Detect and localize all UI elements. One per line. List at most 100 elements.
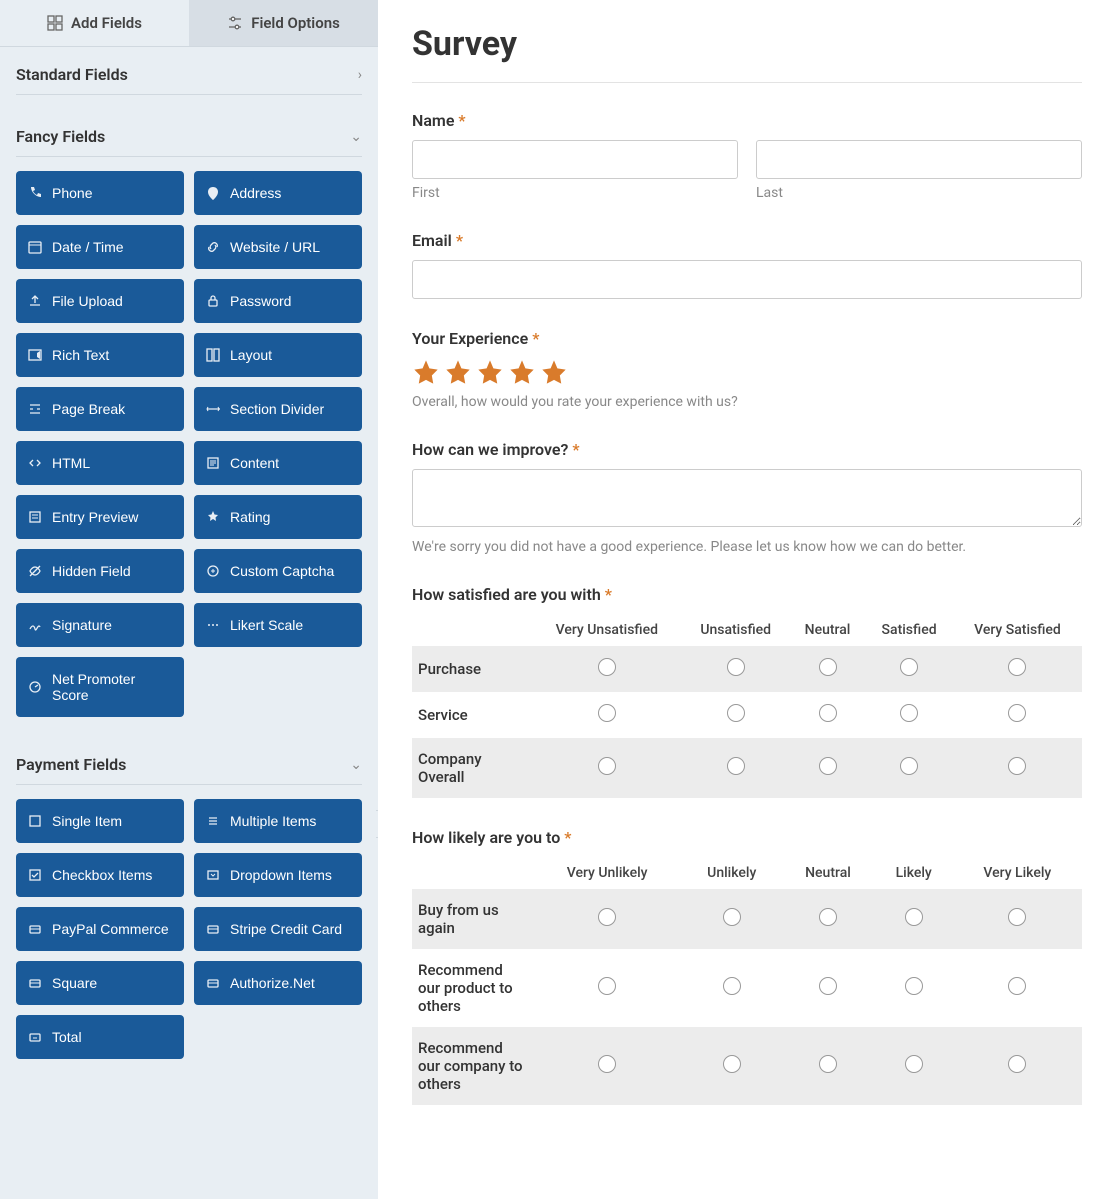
field-type-date-time[interactable]: Date / Time xyxy=(16,225,184,269)
field-type-label: Checkbox Items xyxy=(52,867,152,883)
likert-radio[interactable] xyxy=(819,704,837,722)
section-fancy-fields[interactable]: Fancy Fields ⌄ xyxy=(16,109,362,157)
field-type-single-item[interactable]: Single Item xyxy=(16,799,184,843)
field-type-layout[interactable]: Layout xyxy=(194,333,362,377)
field-type-checkbox-items[interactable]: Checkbox Items xyxy=(16,853,184,897)
field-improve: How can we improve?* We're sorry you did… xyxy=(412,440,1082,555)
field-type-page-break[interactable]: Page Break xyxy=(16,387,184,431)
likert-radio[interactable] xyxy=(723,977,741,995)
form-title: Survey xyxy=(412,24,1082,83)
field-type-label: Single Item xyxy=(52,813,122,829)
field-type-likert-scale[interactable]: Likert Scale xyxy=(194,603,362,647)
field-type-square[interactable]: Square xyxy=(16,961,184,1005)
field-type-rich-text[interactable]: Rich Text xyxy=(16,333,184,377)
likert-col-header: Very Satisfied xyxy=(953,614,1082,646)
field-type-password[interactable]: Password xyxy=(194,279,362,323)
likert-radio[interactable] xyxy=(1008,658,1026,676)
likert-radio[interactable] xyxy=(727,658,745,676)
field-type-paypal-commerce[interactable]: PayPal Commerce xyxy=(16,907,184,951)
likert-radio[interactable] xyxy=(723,1055,741,1073)
likert-radio[interactable] xyxy=(1008,757,1026,775)
field-type-rating[interactable]: Rating xyxy=(194,495,362,539)
last-name-input[interactable] xyxy=(756,140,1082,179)
likert-radio[interactable] xyxy=(723,908,741,926)
tab-add-fields[interactable]: Add Fields xyxy=(0,0,189,46)
star-icon[interactable] xyxy=(476,358,504,386)
likert-radio[interactable] xyxy=(1008,977,1026,995)
payment-fields-grid: Single Item Multiple Items Checkbox Items D… xyxy=(16,799,362,1059)
field-type-html[interactable]: HTML xyxy=(16,441,184,485)
section-standard-fields[interactable]: Standard Fields › xyxy=(16,47,362,95)
likert-radio[interactable] xyxy=(819,658,837,676)
likert-radio[interactable] xyxy=(598,908,616,926)
field-type-total[interactable]: Total xyxy=(16,1015,184,1059)
field-type-label: PayPal Commerce xyxy=(52,921,169,937)
likert-radio[interactable] xyxy=(900,658,918,676)
star-icon[interactable] xyxy=(508,358,536,386)
likert-radio[interactable] xyxy=(598,1055,616,1073)
field-type-authorize-net[interactable]: Authorize.Net xyxy=(194,961,362,1005)
field-type-label: Total xyxy=(52,1029,82,1045)
likert-radio[interactable] xyxy=(900,704,918,722)
likert-radio[interactable] xyxy=(819,1055,837,1073)
likert-radio[interactable] xyxy=(819,757,837,775)
date-time-icon xyxy=(28,240,42,254)
field-type-net-promoter-score[interactable]: Net Promoter Score xyxy=(16,657,184,717)
likert-radio[interactable] xyxy=(598,704,616,722)
field-type-entry-preview[interactable]: Entry Preview xyxy=(16,495,184,539)
field-type-dropdown-items[interactable]: Dropdown Items xyxy=(194,853,362,897)
field-type-phone[interactable]: Phone xyxy=(16,171,184,215)
likert-radio[interactable] xyxy=(1008,704,1026,722)
field-type-file-upload[interactable]: File Upload xyxy=(16,279,184,323)
field-type-address[interactable]: Address xyxy=(194,171,362,215)
likert-radio[interactable] xyxy=(905,977,923,995)
custom-captcha-icon xyxy=(206,564,220,578)
field-type-website-url[interactable]: Website / URL xyxy=(194,225,362,269)
likert-radio[interactable] xyxy=(727,704,745,722)
field-label: How satisfied are you with* xyxy=(412,585,1082,604)
field-type-label: Signature xyxy=(52,617,112,633)
likert-radio[interactable] xyxy=(598,757,616,775)
likert-radio[interactable] xyxy=(900,757,918,775)
likert-row: Buy from us again xyxy=(412,889,1082,949)
builder-sidebar: Add Fields Field Options Standard Fields… xyxy=(0,0,378,1199)
field-type-hidden-field[interactable]: Hidden Field xyxy=(16,549,184,593)
field-type-custom-captcha[interactable]: Custom Captcha xyxy=(194,549,362,593)
field-type-content[interactable]: Content xyxy=(194,441,362,485)
first-name-input[interactable] xyxy=(412,140,738,179)
likert-radio[interactable] xyxy=(598,977,616,995)
field-type-section-divider[interactable]: Section Divider xyxy=(194,387,362,431)
field-type-stripe-credit-card[interactable]: Stripe Credit Card xyxy=(194,907,362,951)
section-divider-icon xyxy=(206,402,220,416)
field-type-label: Section Divider xyxy=(230,401,324,417)
likert-row: Service xyxy=(412,692,1082,738)
likert-row-label: Purchase xyxy=(412,646,532,692)
section-payment-fields[interactable]: Payment Fields ⌄ xyxy=(16,737,362,785)
field-type-label: Entry Preview xyxy=(52,509,138,525)
file-upload-icon xyxy=(28,294,42,308)
field-type-signature[interactable]: Signature xyxy=(16,603,184,647)
likert-row-label: Recommend our company to others xyxy=(412,1027,532,1105)
likert-radio[interactable] xyxy=(905,908,923,926)
star-icon[interactable] xyxy=(540,358,568,386)
field-satisfied: How satisfied are you with* Very Unsatis… xyxy=(412,585,1082,798)
star-rating[interactable] xyxy=(412,358,1082,386)
likert-radio[interactable] xyxy=(819,977,837,995)
field-type-multiple-items[interactable]: Multiple Items xyxy=(194,799,362,843)
likert-radio[interactable] xyxy=(598,658,616,676)
likert-radio[interactable] xyxy=(1008,908,1026,926)
likert-radio[interactable] xyxy=(819,908,837,926)
improve-textarea[interactable] xyxy=(412,469,1082,527)
likert-row: Recommend our product to others xyxy=(412,949,1082,1027)
sublabel-last: Last xyxy=(756,185,1082,201)
likert-row-label: Company Overall xyxy=(412,738,532,798)
dropdown-items-icon xyxy=(206,868,220,882)
likert-radio[interactable] xyxy=(727,757,745,775)
form-preview: Survey Name* First Last Email* Your Expe… xyxy=(378,0,1116,1199)
star-icon[interactable] xyxy=(412,358,440,386)
likert-radio[interactable] xyxy=(1008,1055,1026,1073)
email-input[interactable] xyxy=(412,260,1082,299)
likert-radio[interactable] xyxy=(905,1055,923,1073)
tab-field-options[interactable]: Field Options xyxy=(189,0,378,46)
star-icon[interactable] xyxy=(444,358,472,386)
